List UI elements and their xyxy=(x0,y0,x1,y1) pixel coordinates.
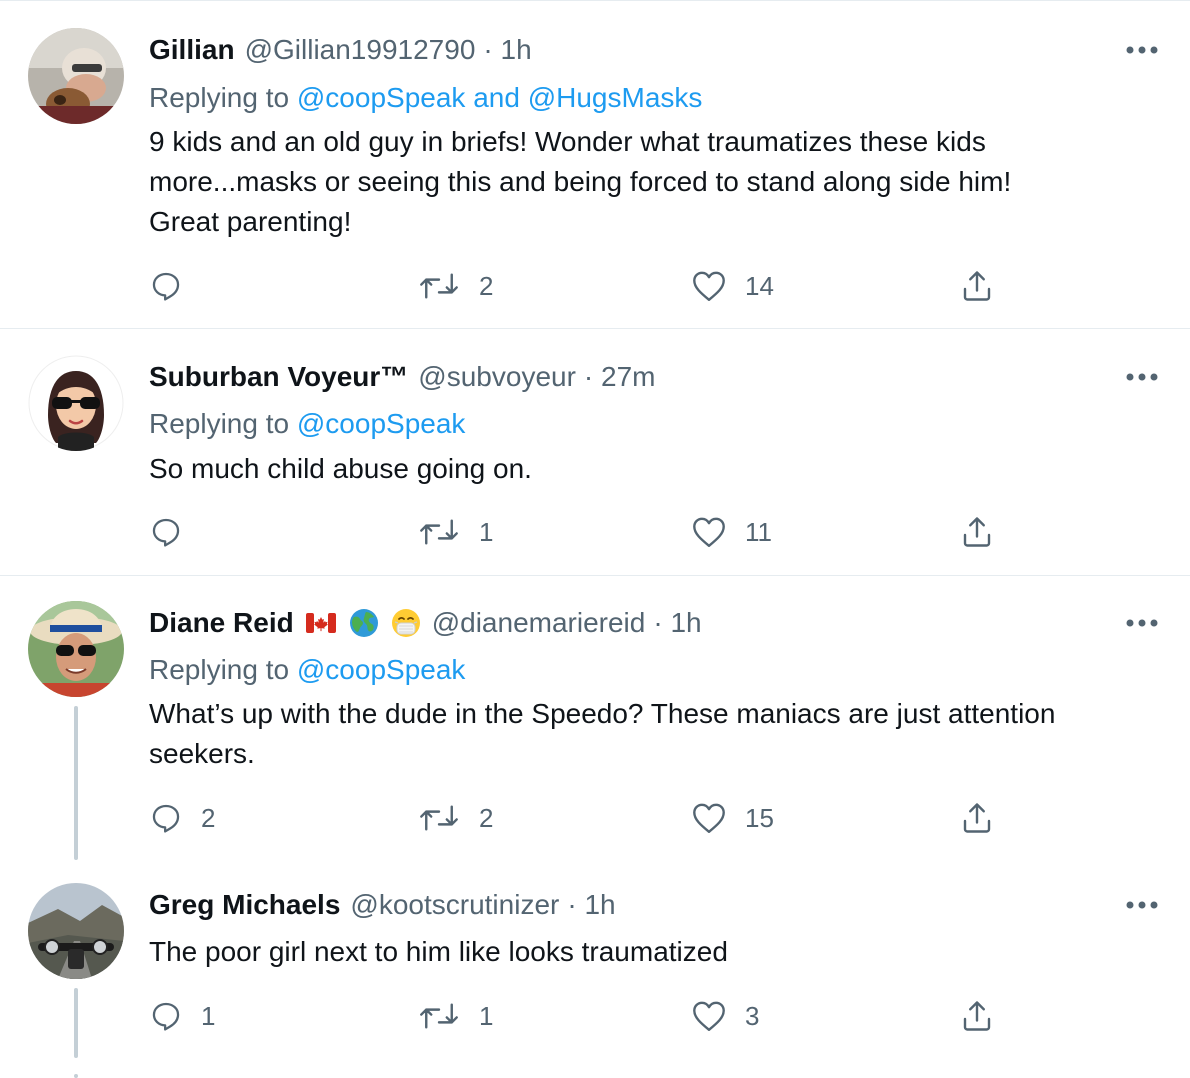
retweet-count: 2 xyxy=(479,270,494,301)
share-button[interactable] xyxy=(959,266,995,306)
tweet-text: So much child abuse going on. xyxy=(149,449,1159,489)
tweet-text: What’s up with the dude in the Speedo? T… xyxy=(149,694,1159,774)
timestamp[interactable]: · 27m xyxy=(584,360,656,394)
replying-label: Replying to xyxy=(149,654,297,685)
like-count: 11 xyxy=(745,516,772,547)
reply-icon xyxy=(152,804,180,833)
tweet-text: The poor girl next to him like looks tra… xyxy=(149,932,1159,972)
display-name[interactable]: Suburban Voyeur™ xyxy=(149,360,408,394)
reply-icon xyxy=(152,272,180,301)
like-count: 14 xyxy=(745,270,774,301)
tweet-text-line: The poor girl next to him like looks tra… xyxy=(149,936,728,967)
share-icon xyxy=(963,1001,991,1031)
heart-icon xyxy=(693,517,725,547)
avatar[interactable] xyxy=(28,883,124,979)
reply-icon xyxy=(152,1002,180,1031)
tweet-header: Diane Reid @dianemariereid · 1h xyxy=(149,606,702,640)
retweet-button[interactable]: 1 xyxy=(417,996,493,1036)
avatar[interactable] xyxy=(28,28,124,124)
tweet-text-line: more...masks or seeing this and being fo… xyxy=(149,166,1012,197)
heart-icon xyxy=(693,271,725,301)
handle[interactable]: @Gillian19912790 xyxy=(245,33,476,67)
reply-count: 2 xyxy=(201,802,216,833)
retweet-icon xyxy=(420,273,458,299)
replying-label: Replying to xyxy=(149,408,297,439)
tweet-text-line: seekers. xyxy=(149,738,255,769)
reply-button[interactable]: 1 xyxy=(149,996,215,1036)
tweet-text-line: What’s up with the dude in the Speedo? T… xyxy=(149,698,1056,729)
mention-link[interactable]: @coopSpeak xyxy=(297,408,466,439)
replying-to: Replying to @coopSpeak xyxy=(149,407,465,441)
replying-joiner: and xyxy=(465,82,528,113)
globe-icon xyxy=(349,609,378,637)
share-icon xyxy=(963,517,991,547)
more-options-icon[interactable] xyxy=(1124,616,1160,628)
replying-to: Replying to @coopSpeak and @HugsMasks xyxy=(149,81,702,115)
replying-to: Replying to @coopSpeak xyxy=(149,653,465,687)
like-button[interactable]: 11 xyxy=(691,512,772,552)
tweet-text: 9 kids and an old guy in briefs! Wonder … xyxy=(149,122,1159,242)
tweet-text-line: Great parenting! xyxy=(149,206,352,237)
share-icon xyxy=(963,803,991,833)
more-options-icon[interactable] xyxy=(1124,43,1160,55)
share-button[interactable] xyxy=(959,798,995,838)
retweet-count: 2 xyxy=(479,802,494,833)
more-options-icon[interactable] xyxy=(1124,370,1160,382)
handle[interactable]: @dianemariereid xyxy=(432,606,646,640)
display-name[interactable]: Diane Reid xyxy=(149,606,294,640)
retweet-icon xyxy=(420,1003,458,1029)
tweet-divider xyxy=(0,0,1190,1)
more-options-icon[interactable] xyxy=(1124,898,1160,910)
retweet-count: 1 xyxy=(479,1000,494,1031)
canada-flag-icon xyxy=(305,613,336,633)
mask-face-icon xyxy=(391,609,420,637)
like-button[interactable]: 3 xyxy=(691,996,759,1036)
tweet-text-line: So much child abuse going on. xyxy=(149,453,532,484)
share-button[interactable] xyxy=(959,512,995,552)
share-button[interactable] xyxy=(959,996,995,1036)
share-icon xyxy=(963,271,991,301)
like-count: 3 xyxy=(745,1000,760,1031)
tweet-header: Suburban Voyeur™ @subvoyeur · 27m xyxy=(149,360,655,394)
thread-line xyxy=(74,706,78,860)
tweet-divider xyxy=(0,575,1190,576)
mention-link[interactable]: @HugsMasks xyxy=(528,82,703,113)
replying-label: Replying to xyxy=(149,82,297,113)
thread-line xyxy=(74,1074,78,1078)
mention-link[interactable]: @coopSpeak xyxy=(297,82,466,113)
like-count: 15 xyxy=(745,802,774,833)
reply-button[interactable] xyxy=(149,266,201,306)
reply-icon xyxy=(152,518,180,547)
like-button[interactable]: 14 xyxy=(691,266,774,306)
retweet-icon xyxy=(420,519,458,545)
tweet-text-line: 9 kids and an old guy in briefs! Wonder … xyxy=(149,126,986,157)
display-name[interactable]: Gillian xyxy=(149,33,235,67)
reply-button[interactable]: 2 xyxy=(149,798,215,838)
reply-count: 1 xyxy=(201,1000,216,1031)
handle[interactable]: @kootscrutinizer xyxy=(350,888,559,922)
heart-icon xyxy=(693,1001,725,1031)
reply-button[interactable] xyxy=(149,512,201,552)
retweet-icon xyxy=(420,805,458,831)
retweet-button[interactable]: 2 xyxy=(417,798,493,838)
avatar[interactable] xyxy=(28,355,124,451)
retweet-button[interactable]: 1 xyxy=(417,512,493,552)
timestamp[interactable]: · 1h xyxy=(567,888,615,922)
tweet-header: Greg Michaels @kootscrutinizer · 1h xyxy=(149,888,616,922)
retweet-count: 1 xyxy=(479,516,494,547)
like-button[interactable]: 15 xyxy=(691,798,774,838)
retweet-button[interactable]: 2 xyxy=(417,266,493,306)
mention-link[interactable]: @coopSpeak xyxy=(297,654,466,685)
tweet-divider xyxy=(0,328,1190,329)
handle[interactable]: @subvoyeur xyxy=(418,360,576,394)
avatar[interactable] xyxy=(28,601,124,697)
timestamp[interactable]: · 1h xyxy=(653,606,701,640)
tweet-header: Gillian @Gillian19912790 · 1h xyxy=(149,33,532,67)
heart-icon xyxy=(693,803,725,833)
display-name[interactable]: Greg Michaels xyxy=(149,888,340,922)
timestamp[interactable]: · 1h xyxy=(483,33,531,67)
thread-line xyxy=(74,988,78,1058)
